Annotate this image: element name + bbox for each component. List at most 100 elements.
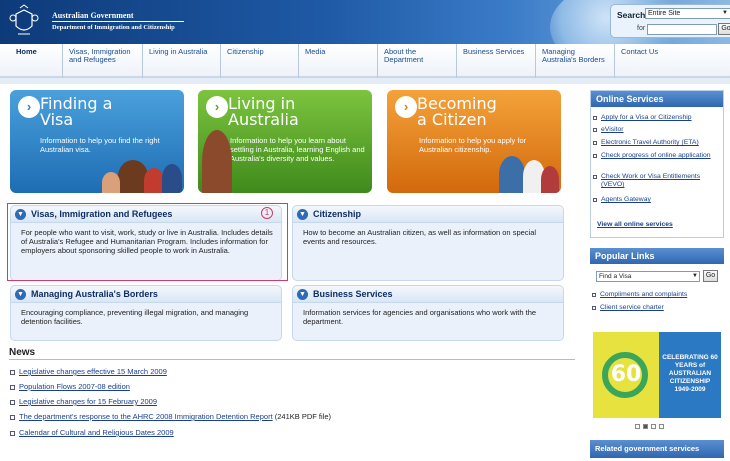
file-size-note: (241KB PDF file) <box>272 412 332 421</box>
nav-divider <box>0 78 730 84</box>
feature-title: Living in Australia <box>228 94 299 129</box>
banner-number: 60 <box>610 362 642 387</box>
section-header[interactable]: ▼ Business Services <box>293 286 563 303</box>
chevron-down-icon: ▼ <box>722 10 728 16</box>
search-panel: Search Entire Site ▼ for Go <box>610 4 730 38</box>
online-link[interactable]: Electronic Travel Authority (ETA) <box>593 139 721 147</box>
find-visa-select[interactable]: Find a Visa ▼ <box>596 271 700 282</box>
news-link[interactable]: Population Flows 2007-08 edition <box>19 382 130 391</box>
popular-link[interactable]: Client service charter <box>592 304 720 312</box>
carousel-dot[interactable] <box>635 424 640 429</box>
bullet-icon <box>10 384 15 390</box>
section-description: Encouraging compliance, preventing illeg… <box>21 308 249 326</box>
nav-business[interactable]: Business Services <box>456 44 535 78</box>
citizenship-anniversary-banner[interactable]: 60 CELEBRATING 60 YEARS of AUSTRALIAN CI… <box>593 332 721 418</box>
coat-of-arms-logo[interactable] <box>8 4 40 38</box>
nav-visas[interactable]: Visas, Immigration and Refugees <box>62 44 142 78</box>
person-photo <box>102 172 120 193</box>
news-link[interactable]: The department's response to the AHRC 20… <box>19 412 273 421</box>
online-link[interactable]: Check Work or Visa Entitlements (VEVO) <box>593 173 721 189</box>
nav-contact[interactable]: Contact Us <box>614 44 730 78</box>
person-photo <box>541 166 559 193</box>
news-item: Population Flows 2007-08 edition <box>10 382 130 391</box>
chevron-down-icon: ▼ <box>297 289 308 300</box>
banner-artwork: 60 <box>593 332 659 418</box>
section-header[interactable]: ▼ Managing Australia's Borders <box>11 286 281 303</box>
main-navigation: Home Visas, Immigration and Refugees Liv… <box>0 44 730 78</box>
bullet-icon <box>593 141 597 145</box>
carousel-dot[interactable] <box>659 424 664 429</box>
bullet-icon <box>593 198 597 202</box>
section-business: ▼ Business Services Information services… <box>292 285 564 341</box>
nav-borders[interactable]: Managing Australia's Borders <box>535 44 614 78</box>
news-item: Legislative changes effective 15 March 2… <box>10 367 167 376</box>
person-photo <box>202 130 232 193</box>
feature-living-australia[interactable]: › Living in Australia Information to help… <box>198 90 372 193</box>
arrow-right-icon: › <box>395 96 417 118</box>
section-description: Information services for agencies and or… <box>303 308 537 326</box>
find-visa-go-button[interactable]: Go <box>703 270 718 282</box>
carousel-dot[interactable] <box>651 424 656 429</box>
section-title[interactable]: Managing Australia's Borders <box>31 289 158 299</box>
header-divider <box>52 21 184 22</box>
carousel-dot-active[interactable] <box>643 424 648 429</box>
feature-title: Finding a Visa <box>40 94 113 129</box>
bullet-icon <box>592 306 596 310</box>
section-title[interactable]: Business Services <box>313 289 393 299</box>
find-visa-value: Find a Visa <box>599 273 632 280</box>
person-photo <box>144 168 164 193</box>
news-heading: News <box>9 347 36 358</box>
person-photo <box>499 156 525 193</box>
feature-description: Information to help you find the right A… <box>40 136 160 154</box>
search-go-button[interactable]: Go <box>718 23 730 35</box>
bullet-icon <box>593 116 597 120</box>
arrow-right-icon: › <box>18 96 40 118</box>
chevron-down-icon: ▼ <box>692 273 698 279</box>
government-name: Australian Government <box>52 11 134 20</box>
section-citizenship: ▼ Citizenship How to become an Australia… <box>292 205 564 281</box>
annotation-highlight-box <box>7 203 288 281</box>
popular-link[interactable]: Compliments and complaints <box>592 291 720 299</box>
nav-about[interactable]: About the Department <box>377 44 456 78</box>
nav-citizenship[interactable]: Citizenship <box>220 44 298 78</box>
view-all-online-services-link[interactable]: View all online services <box>597 221 717 229</box>
online-link[interactable]: Check progress of online application <box>593 152 721 160</box>
online-link[interactable]: Agents Gateway <box>593 196 721 204</box>
search-scope-select[interactable]: Entire Site ▼ <box>645 8 730 19</box>
department-name[interactable]: Department of Immigration and Citizenshi… <box>52 24 175 31</box>
bullet-icon <box>593 128 597 132</box>
related-services-header[interactable]: Related government services <box>590 440 724 458</box>
feature-title: Becoming a Citizen <box>417 94 497 129</box>
bullet-icon <box>593 154 597 158</box>
section-description: How to become an Australian citizen, as … <box>303 228 537 246</box>
section-header[interactable]: ▼ Citizenship <box>293 206 563 223</box>
feature-becoming-citizen[interactable]: › Becoming a Citizen Information to help … <box>387 90 561 193</box>
news-item: Legislative changes for 15 February 2009 <box>10 397 157 406</box>
banner-text: CELEBRATING 60 YEARS of AUSTRALIAN CITIZ… <box>662 354 718 393</box>
section-title[interactable]: Citizenship <box>313 209 361 219</box>
news-link[interactable]: Calendar of Cultural and Religious Dates… <box>19 428 174 437</box>
arrow-right-icon: › <box>206 96 228 118</box>
nav-home[interactable]: Home <box>10 44 62 78</box>
section-borders: ▼ Managing Australia's Borders Encouragi… <box>10 285 282 341</box>
person-photo <box>162 164 182 193</box>
news-item: The department's response to the AHRC 20… <box>10 412 331 421</box>
bullet-icon <box>592 293 596 297</box>
bullet-icon <box>10 414 15 420</box>
for-label: for <box>637 25 646 32</box>
nav-living[interactable]: Living in Australia <box>142 44 220 78</box>
feature-description: Information to help you learn about sett… <box>230 136 365 163</box>
chevron-down-icon: ▼ <box>297 209 308 220</box>
news-link[interactable]: Legislative changes for 15 February 2009 <box>19 397 157 406</box>
online-link[interactable]: eVisitor <box>593 126 721 134</box>
bullet-icon <box>10 430 15 436</box>
search-scope-value: Entire Site <box>648 10 681 17</box>
bullet-icon <box>10 399 15 405</box>
site-header: Australian Government Department of Immi… <box>0 0 730 44</box>
bullet-icon <box>10 369 15 375</box>
news-link[interactable]: Legislative changes effective 15 March 2… <box>19 367 167 376</box>
search-input[interactable] <box>647 24 717 35</box>
nav-media[interactable]: Media <box>298 44 377 78</box>
online-link[interactable]: Apply for a Visa or Citizenship <box>593 114 721 122</box>
feature-finding-visa[interactable]: › Finding a Visa Information to help you … <box>10 90 184 193</box>
